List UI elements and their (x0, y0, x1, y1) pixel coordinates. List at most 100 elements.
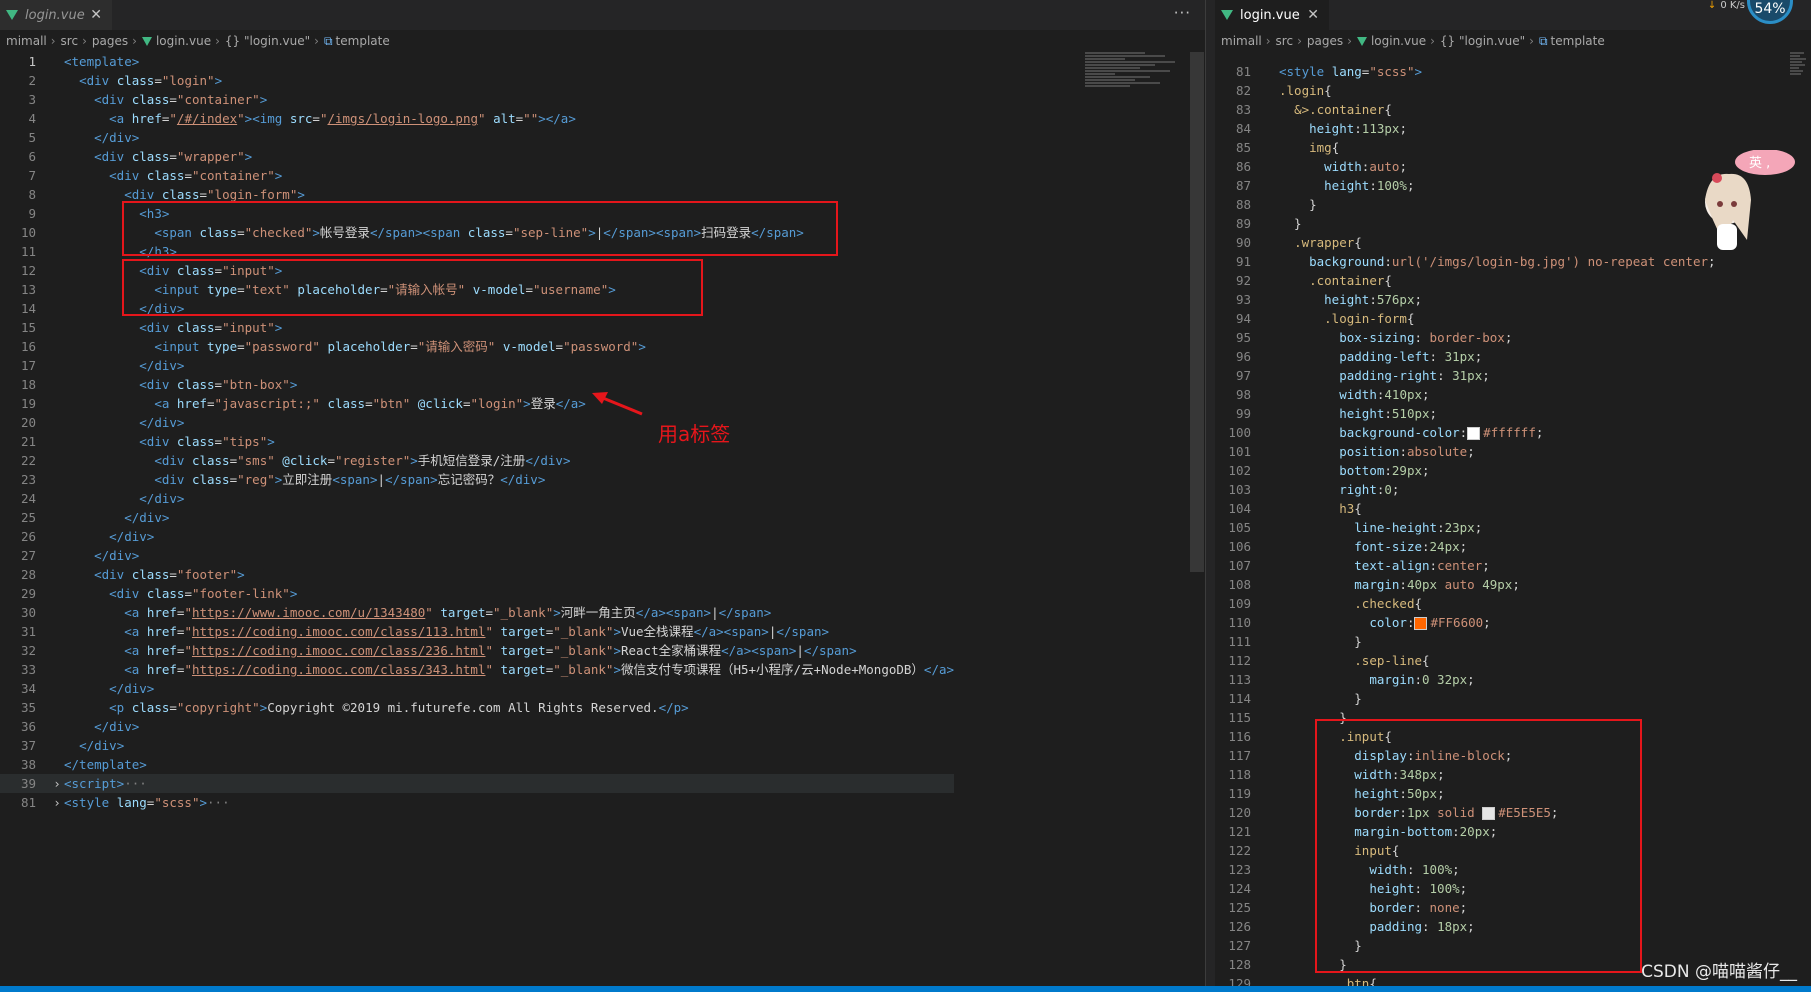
fold-chevron-icon[interactable]: › (50, 793, 64, 812)
code-line[interactable]: 7 <div class="container"> (0, 166, 954, 185)
code-line[interactable]: 97 padding-right: 31px; (1215, 366, 1716, 385)
code-line[interactable]: 94 .login-form{ (1215, 309, 1716, 328)
code-line[interactable]: 108 margin:40px auto 49px; (1215, 575, 1716, 594)
code-line[interactable]: 96 padding-left: 31px; (1215, 347, 1716, 366)
code-line[interactable]: 18 <div class="btn-box"> (0, 375, 954, 394)
code-line[interactable]: 24 </div> (0, 489, 954, 508)
code-line[interactable]: 30 <a href="https://www.imooc.com/u/1343… (0, 603, 954, 622)
code-line[interactable]: 32 <a href="https://coding.imooc.com/cla… (0, 641, 954, 660)
code-line[interactable]: 90 .wrapper{ (1215, 233, 1716, 252)
breadcrumb-item[interactable]: template (336, 34, 390, 48)
code-line[interactable]: 19 <a href="javascript:;" class="btn" @c… (0, 394, 954, 413)
code-line[interactable]: 21 <div class="tips"> (0, 432, 954, 451)
breadcrumb-item[interactable]: src (61, 34, 79, 48)
code-line[interactable]: 104 h3{ (1215, 499, 1716, 518)
code-line[interactable]: 87 height:100%; (1215, 176, 1716, 195)
right-minimap[interactable] (1790, 52, 1808, 132)
code-line[interactable]: 4 <a href="/#/index"><img src="/imgs/log… (0, 109, 954, 128)
code-line[interactable]: 25 </div> (0, 508, 954, 527)
breadcrumb-item[interactable]: pages (92, 34, 128, 48)
vue-file-icon (1356, 36, 1367, 46)
code-line[interactable]: 114 } (1215, 689, 1716, 708)
code-text: <div class="btn-box"> (139, 377, 298, 392)
breadcrumb-item[interactable]: {} "login.vue" (1440, 34, 1525, 48)
close-icon[interactable]: ✕ (90, 7, 102, 23)
code-line[interactable]: 84 height:113px; (1215, 119, 1716, 138)
code-line[interactable]: 81 › <style lang="scss">··· (0, 793, 954, 812)
code-line[interactable]: 23 <div class="reg">立即注册<span>|</span>忘记… (0, 470, 954, 489)
breadcrumb-item[interactable]: src (1276, 34, 1294, 48)
breadcrumb-item[interactable]: {} "login.vue" (225, 34, 310, 48)
code-line[interactable]: 37 </div> (0, 736, 954, 755)
code-line[interactable]: 2 <div class="login"> (0, 71, 954, 90)
code-line[interactable]: 93 height:576px; (1215, 290, 1716, 309)
breadcrumb-item[interactable]: pages (1307, 34, 1343, 48)
code-line[interactable]: 92 .container{ (1215, 271, 1716, 290)
breadcrumb-item[interactable]: login.vue (156, 34, 211, 48)
code-line[interactable]: 109 .checked{ (1215, 594, 1716, 613)
code-line[interactable]: 15 <div class="input"> (0, 318, 954, 337)
code-text: <script>··· (64, 776, 147, 791)
left-tab-login-vue[interactable]: login.vue ✕ (0, 0, 112, 30)
code-line[interactable]: 106 font-size:24px; (1215, 537, 1716, 556)
fold-gutter (50, 71, 64, 90)
code-line[interactable]: 16 <input type="password" placeholder="请… (0, 337, 954, 356)
code-line[interactable]: 28 <div class="footer"> (0, 565, 954, 584)
breadcrumb-item[interactable]: mimall (6, 34, 47, 48)
line-number: 81 (1235, 64, 1251, 79)
code-line[interactable]: 81 <style lang="scss"> (1215, 62, 1716, 81)
breadcrumb-item[interactable]: template (1551, 34, 1605, 48)
code-line[interactable]: 105 line-height:23px; (1215, 518, 1716, 537)
code-line[interactable]: 101 position:absolute; (1215, 442, 1716, 461)
code-line[interactable]: 38 </template> (0, 755, 954, 774)
code-line[interactable]: 95 box-sizing: border-box; (1215, 328, 1716, 347)
fold-gutter (50, 128, 64, 147)
code-line[interactable]: 112 .sep-line{ (1215, 651, 1716, 670)
code-line[interactable]: 1 <template> (0, 52, 954, 71)
code-text: } (1279, 691, 1362, 706)
code-line[interactable]: 100 background-color: #ffffff; (1215, 423, 1716, 442)
left-code-editor[interactable]: 1 <template> 2 <div class="login"> 3 <div c… (0, 52, 955, 812)
fold-gutter (1265, 81, 1279, 100)
code-line[interactable]: 99 height:510px; (1215, 404, 1716, 423)
code-line[interactable]: 34 </div> (0, 679, 954, 698)
code-line[interactable]: 113 margin:0 32px; (1215, 670, 1716, 689)
code-line[interactable]: 86 width:auto; (1215, 157, 1716, 176)
left-scrollbar[interactable] (1190, 52, 1204, 572)
breadcrumb-item[interactable]: login.vue (1371, 34, 1426, 48)
code-line[interactable]: 5 </div> (0, 128, 954, 147)
code-line[interactable]: 27 </div> (0, 546, 954, 565)
breadcrumb-item[interactable]: mimall (1221, 34, 1262, 48)
line-number: 89 (1235, 216, 1251, 231)
code-text: padding-right: 31px; (1339, 368, 1490, 383)
code-line[interactable]: 110 color: #FF6600; (1215, 613, 1716, 632)
code-line[interactable]: 26 </div> (0, 527, 954, 546)
code-line[interactable]: 88 } (1215, 195, 1716, 214)
code-line[interactable]: 20 </div> (0, 413, 954, 432)
code-line[interactable]: 6 <div class="wrapper"> (0, 147, 954, 166)
right-tab-login-vue[interactable]: login.vue ✕ (1215, 0, 1329, 30)
left-minimap[interactable] (1085, 52, 1183, 132)
code-line[interactable]: 82 .login{ (1215, 81, 1716, 100)
fold-chevron-icon[interactable]: › (50, 774, 64, 793)
code-line[interactable]: 39 › <script>··· (0, 774, 955, 793)
code-line[interactable]: 103 right:0; (1215, 480, 1716, 499)
code-line[interactable]: 91 background:url('/imgs/login-bg.jpg') … (1215, 252, 1716, 271)
code-line[interactable]: 36 </div> (0, 717, 954, 736)
code-line[interactable]: 33 <a href="https://coding.imooc.com/cla… (0, 660, 954, 679)
code-line[interactable]: 29 <div class="footer-link"> (0, 584, 954, 603)
code-line[interactable]: 17 </div> (0, 356, 954, 375)
code-line[interactable]: 22 <div class="sms" @click="register">手机… (0, 451, 954, 470)
code-line[interactable]: 102 bottom:29px; (1215, 461, 1716, 480)
code-line[interactable]: 89 } (1215, 214, 1716, 233)
code-line[interactable]: 31 <a href="https://coding.imooc.com/cla… (0, 622, 954, 641)
code-line[interactable]: 3 <div class="container"> (0, 90, 954, 109)
more-actions-icon[interactable]: ··· (1174, 4, 1191, 22)
code-line[interactable]: 111 } (1215, 632, 1716, 651)
code-line[interactable]: 83 &>.container{ (1215, 100, 1716, 119)
close-icon[interactable]: ✕ (1307, 7, 1319, 23)
code-line[interactable]: 35 <p class="copyright">Copyright ©2019 … (0, 698, 954, 717)
code-line[interactable]: 107 text-align:center; (1215, 556, 1716, 575)
code-line[interactable]: 98 width:410px; (1215, 385, 1716, 404)
code-line[interactable]: 85 img{ (1215, 138, 1716, 157)
